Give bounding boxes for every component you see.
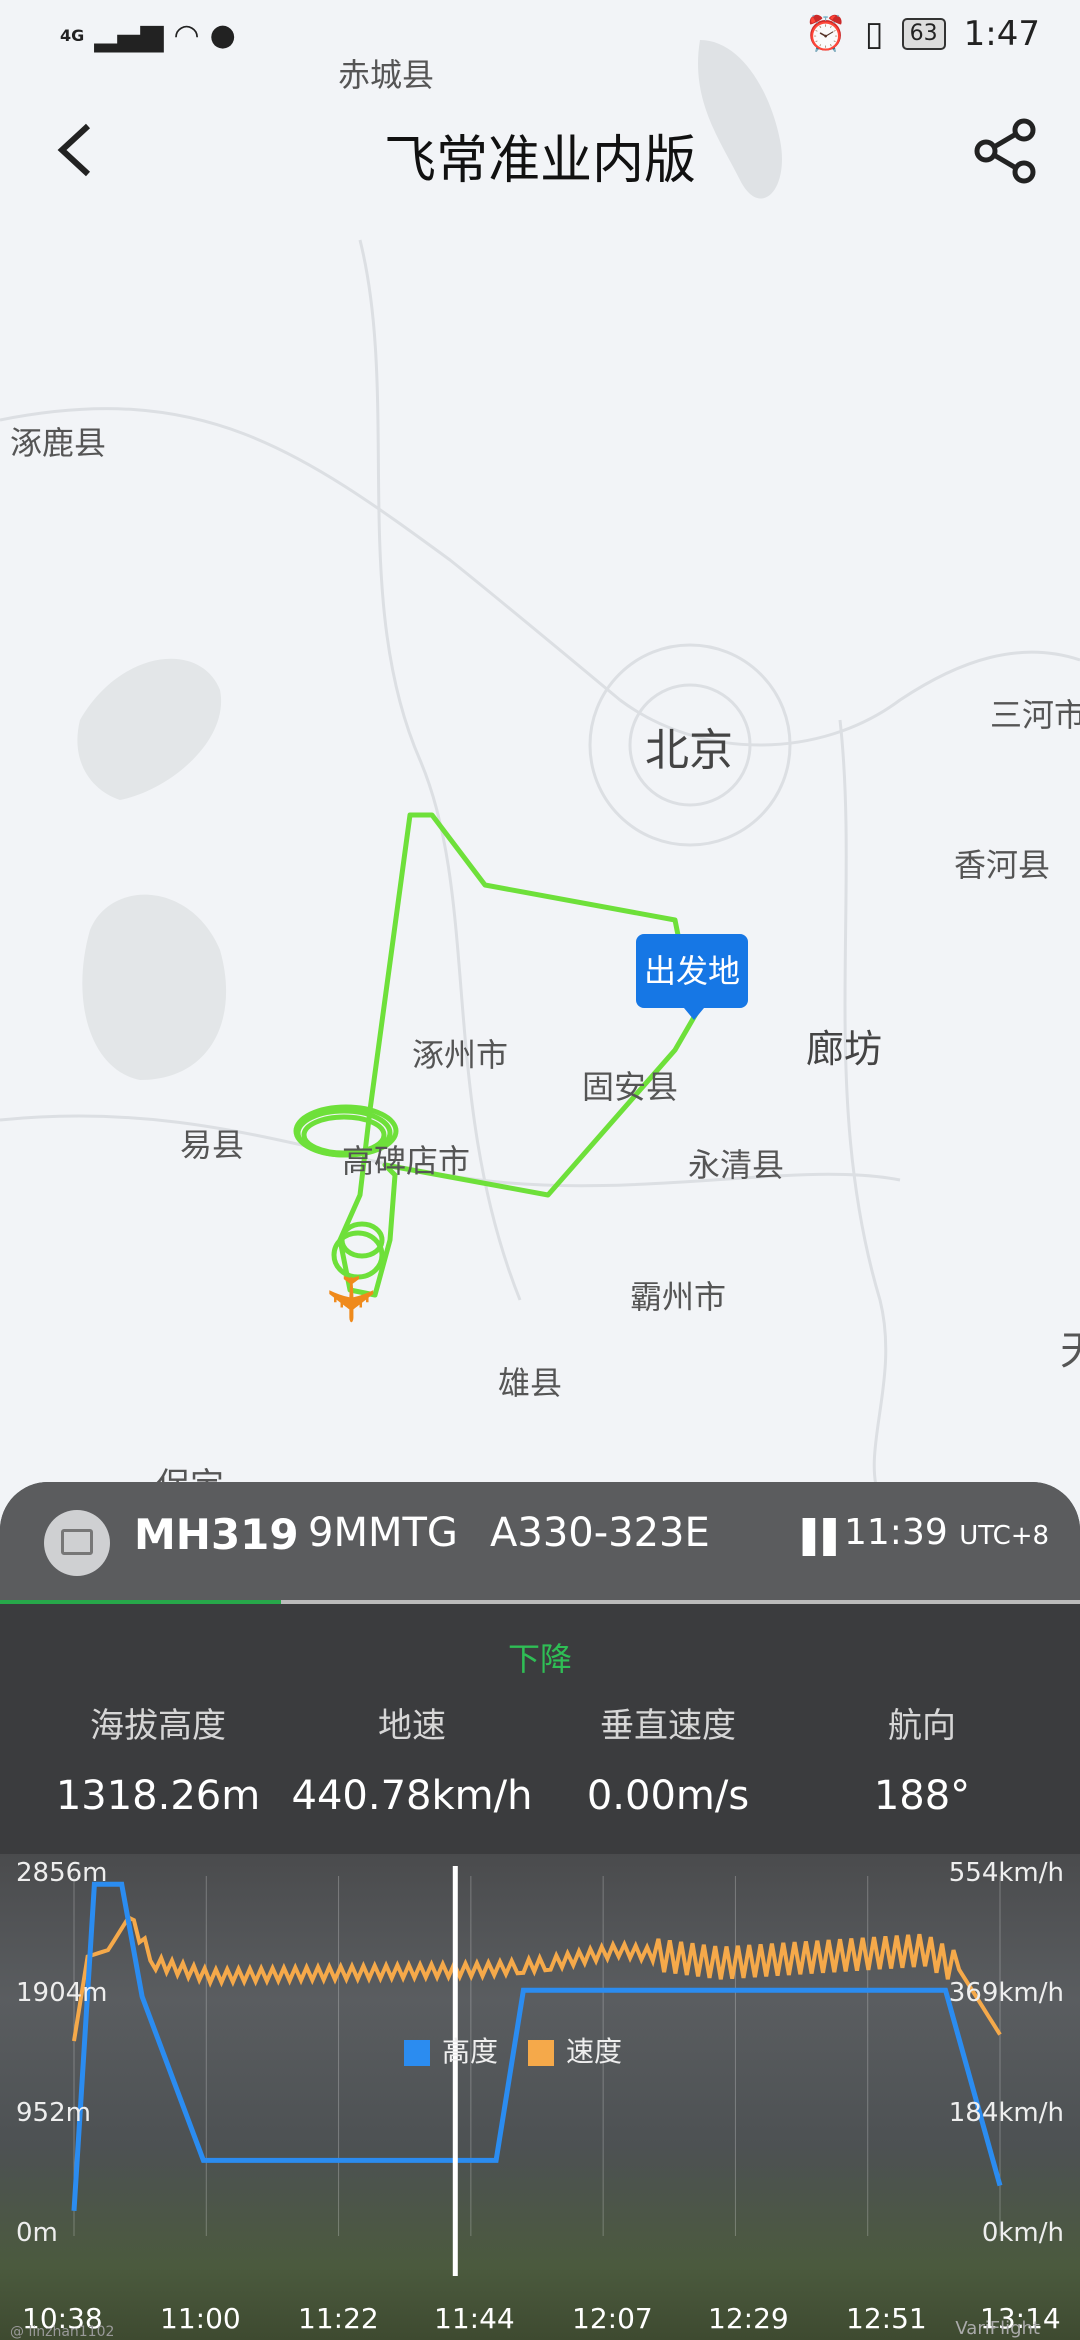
- stat-label: 海拔高度: [90, 1706, 226, 1746]
- map-label-yixian: 易县: [180, 1126, 245, 1164]
- x-tick: 11:44: [434, 2302, 515, 2335]
- legend-label: 速度: [566, 2035, 623, 2068]
- progress-fill: [0, 1600, 281, 1604]
- map-canvas: [0, 40, 1080, 1500]
- watermark: @ linzhan1102: [10, 2324, 115, 2340]
- alarm-icon: ⏰: [804, 14, 847, 54]
- map-label-gaobeidian: 高碑店市: [342, 1142, 471, 1180]
- map-label-tian: 天: [1060, 1318, 1080, 1376]
- y-left-tick: 2856m: [16, 1858, 108, 1888]
- x-tick: 11:00: [160, 2302, 241, 2335]
- flight-number: MH319: [134, 1510, 299, 1559]
- status-bar: 4G ▂▄▆ ◠ ● ⏰ ▯ 63 1:47: [0, 0, 1080, 70]
- aircraft-type: A330-323E: [490, 1510, 710, 1556]
- time-value: 11:39: [844, 1512, 948, 1553]
- vibrate-icon: ▯: [864, 14, 884, 54]
- map-label-zhuolu: 涿鹿县: [10, 424, 107, 462]
- legend-speed[interactable]: 速度: [528, 2030, 622, 2070]
- stat-value: 188°: [873, 1773, 971, 1819]
- chart-plot: [71, 1866, 1003, 2276]
- network-type: 4G: [60, 26, 85, 45]
- y-right-tick: 369km/h: [948, 1978, 1064, 2008]
- clock: 1:47: [963, 14, 1040, 54]
- map-label-guan: 固安县: [582, 1068, 679, 1106]
- airplane-icon[interactable]: ✈: [312, 1272, 386, 1326]
- map-label-zhuozhou: 涿州市: [412, 1036, 509, 1074]
- stat-label: 地速: [378, 1706, 446, 1746]
- stat-label: 垂直速度: [600, 1706, 736, 1746]
- map-label-xianghe: 香河县: [954, 846, 1051, 884]
- map-label-sanhe: 三河市: [990, 696, 1080, 734]
- map-label-bazhou: 霸州市: [630, 1278, 727, 1316]
- y-left-tick: 0m: [16, 2218, 58, 2248]
- legend-swatch: [404, 2040, 430, 2066]
- x-tick: 12:51: [846, 2302, 927, 2335]
- altitude-speed-chart[interactable]: 2856m 1904m 952m 0m 554km/h 369km/h 184k…: [0, 1854, 1080, 2340]
- departure-pin[interactable]: 出发地: [636, 934, 748, 1020]
- stat-value: 440.78km/h: [291, 1773, 533, 1819]
- page-title: 飞常准业内版: [383, 131, 696, 191]
- legend-label: 高度: [442, 2035, 499, 2068]
- stat-value: 1318.26m: [55, 1773, 261, 1819]
- y-right-tick: 184km/h: [948, 2098, 1064, 2128]
- playback-time: 11:39 UTC+8: [844, 1512, 1049, 1553]
- stat-heading: 航向 188°: [792, 1698, 1052, 1819]
- chart-legend: 高度 速度: [404, 2030, 622, 2070]
- registration: 9MMTG: [308, 1510, 458, 1556]
- speed-series-line: [72, 1915, 1002, 2042]
- pause-icon[interactable]: ▌▌: [803, 1518, 848, 1556]
- signal-icon: ▂▄▆: [94, 18, 164, 53]
- stat-label: 航向: [888, 1706, 956, 1746]
- wechat-icon: ●: [209, 18, 236, 53]
- progress-bar[interactable]: [0, 1600, 1080, 1604]
- map-label-beijing: 北京: [645, 725, 733, 776]
- stat-value: 0.00m/s: [586, 1773, 750, 1819]
- stat-ground-speed: 地速 440.78km/h: [282, 1698, 542, 1819]
- map[interactable]: 赤城县 涿鹿县 北京 三河市 香河县 廊坊 涿州市 固安县 易县 高碑店市 永清…: [0, 0, 1080, 1500]
- header: 飞常准业内版: [0, 100, 1080, 200]
- y-left-tick: 952m: [16, 2098, 91, 2128]
- map-label-xiongxian: 雄县: [498, 1364, 563, 1402]
- y-right-tick: 0km/h: [981, 2218, 1064, 2248]
- share-icon[interactable]: [970, 116, 1040, 186]
- battery-indicator: 63: [901, 18, 946, 50]
- map-label-yongqing: 永清县: [688, 1146, 785, 1184]
- y-right-tick: 554km/h: [948, 1858, 1064, 1888]
- flight-header[interactable]: MH319 9MMTG A330-323E ▌▌ 11:39 UTC+8: [0, 1482, 1080, 1602]
- wifi-icon: ◠: [173, 18, 200, 53]
- x-tick: 11:22: [298, 2302, 379, 2335]
- legend-swatch: [528, 2040, 555, 2066]
- map-label-langfang: 廊坊: [806, 1027, 883, 1071]
- x-tick: 12:07: [572, 2302, 653, 2335]
- x-tick: 12:29: [708, 2302, 789, 2335]
- flight-phase: 下降: [507, 1640, 572, 1678]
- y-left-tick: 1904m: [16, 1978, 108, 2008]
- legend-altitude[interactable]: 高度: [404, 2030, 498, 2070]
- brand-watermark: VariFlight: [955, 2318, 1040, 2339]
- stat-altitude: 海拔高度 1318.26m: [28, 1698, 288, 1819]
- image-icon[interactable]: [44, 1510, 110, 1576]
- timezone: UTC+8: [959, 1521, 1050, 1551]
- stat-vertical-speed: 垂直速度 0.00m/s: [538, 1698, 798, 1819]
- flight-info-panel: MH319 9MMTG A330-323E ▌▌ 11:39 UTC+8 下降 …: [0, 1482, 1080, 2340]
